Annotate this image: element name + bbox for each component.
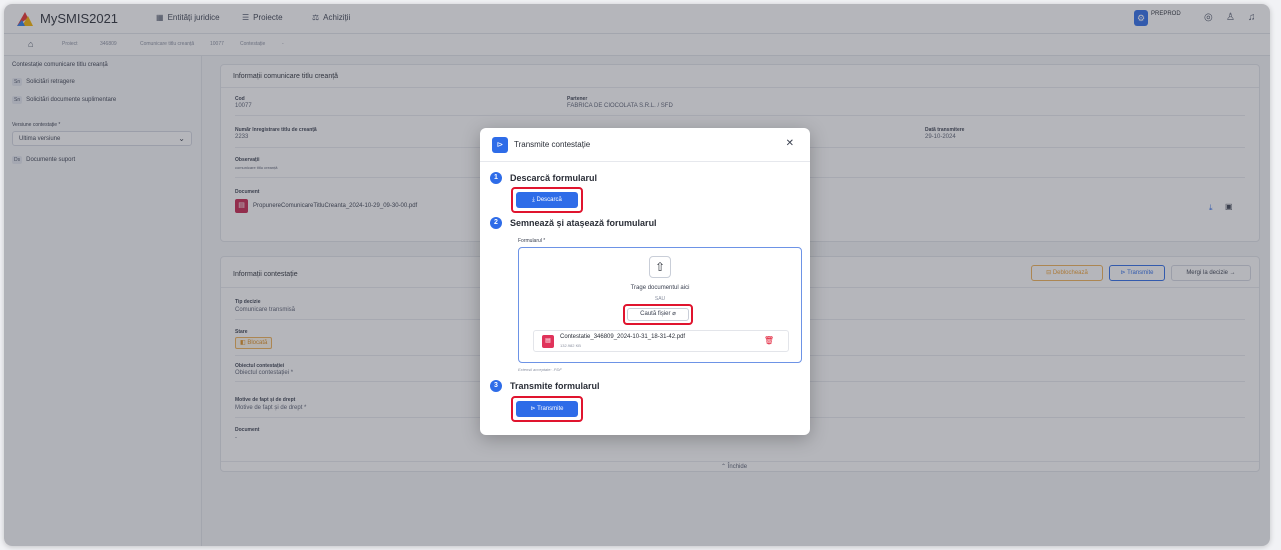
trash-icon[interactable]: 🗑 (764, 336, 774, 345)
app-window: MySMIS2021 ▦ Entități juridice ☰ Proiecte … (4, 4, 1270, 546)
paperclip-icon: ⌀ (670, 311, 676, 317)
drop-text: Trage documentul aici (630, 285, 690, 291)
uploaded-file-row: ▤ Contestatie_346809_2024-10-31_18-31-42… (533, 330, 789, 352)
file-dropzone[interactable]: ⇧ Trage documentul aici SAU Caută fișier… (518, 247, 802, 363)
transmite-submit-button[interactable]: ⊳ Transmite (516, 401, 578, 417)
transmite-contestatie-modal: ⊳ Transmite contestație ✕ 1 Descarcă for… (480, 128, 810, 435)
uploaded-file-name: Contestatie_346809_2024-10-31_18-31-42.p… (560, 334, 686, 340)
send-icon: ⊳ (492, 137, 508, 153)
accepted-extensions: Extensii acceptate: .PDF (518, 367, 562, 372)
step-1-badge: 1 (490, 172, 502, 184)
close-icon[interactable]: ✕ (786, 138, 794, 149)
divider (480, 161, 810, 162)
uploaded-file-size: 132.982 KB (560, 343, 581, 348)
step-3-title: Transmite formularul (510, 381, 600, 391)
pdf-file-icon: ▤ (542, 335, 554, 348)
or-text: SAU (654, 296, 666, 302)
modal-title: Transmite contestație (514, 140, 591, 149)
step-1-title: Descarcă formularul (510, 173, 598, 183)
step-3-badge: 3 (490, 380, 502, 392)
form-label: Formularul * (518, 238, 546, 244)
step-2-badge: 2 (490, 217, 502, 229)
step-2-title: Semnează și atașează forumularul (510, 218, 657, 228)
upload-icon: ⇧ (649, 256, 671, 278)
cauta-fisier-button[interactable]: Caută fișier ⌀ (627, 308, 689, 321)
descarca-button[interactable]: ⤓ Descarcă (516, 192, 578, 208)
